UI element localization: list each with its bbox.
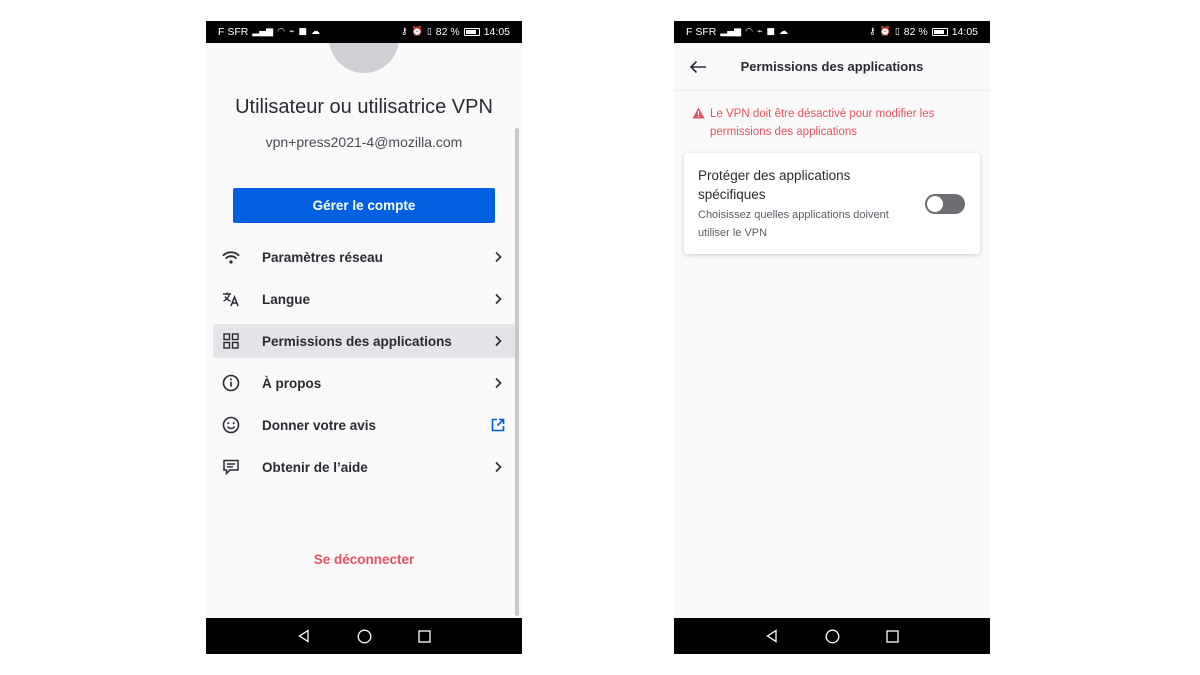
wifi-status-icon: ◠ — [745, 26, 753, 37]
menu-item-label: Langue — [262, 291, 311, 307]
alarm-icon: ⏰ — [411, 26, 423, 37]
signal-icon: ▂▄▆ — [252, 26, 274, 37]
menu-item-app-permissions[interactable]: Permissions des applications — [213, 324, 515, 358]
vibrate-icon: ▯ — [894, 26, 900, 37]
menu-item-language[interactable]: Langue — [213, 282, 515, 316]
wifi-icon — [222, 248, 240, 266]
chevron-right-icon — [491, 376, 505, 390]
alarm-icon: ⏰ — [879, 26, 891, 37]
manage-account-button[interactable]: Gérer le compte — [233, 188, 495, 223]
system-navbar — [206, 618, 522, 654]
cloud-icon: ☁ — [310, 26, 320, 37]
wifi-status-icon: ◠ — [277, 26, 285, 37]
scrollbar[interactable] — [515, 128, 519, 616]
translate-icon — [222, 290, 240, 308]
nav-home-icon[interactable] — [825, 629, 840, 644]
nav-recents-icon[interactable] — [418, 629, 431, 643]
menu-item-label: À propos — [262, 375, 322, 391]
nav-back-icon[interactable] — [765, 629, 779, 643]
battery-percent: 82 % — [435, 26, 460, 38]
profile-name: Utilisateur ou utilisatrice VPN — [235, 96, 493, 118]
info-icon — [222, 374, 240, 392]
menu-item-label: Paramètres réseau — [262, 249, 383, 265]
clock: 14:05 — [951, 26, 978, 38]
chevron-right-icon — [491, 460, 505, 474]
menu-item-about[interactable]: À propos — [213, 366, 515, 400]
video-icon: ■ — [298, 26, 307, 37]
carrier-label: F SFR — [686, 26, 717, 38]
nav-back-icon[interactable] — [297, 629, 311, 643]
cloud-icon: ☁ — [778, 26, 788, 37]
vpn-key-icon: ⚷ — [401, 26, 408, 37]
status-bar: F SFR ▂▄▆ ◠ ⌁ ■ ☁ ⚷ ⏰ ▯ 82 % 14:05 — [674, 21, 990, 43]
warning-icon — [692, 105, 705, 141]
profile-email: vpn+press2021-4@mozilla.com — [265, 134, 463, 150]
battery-percent: 82 % — [903, 26, 928, 38]
clock: 14:05 — [483, 26, 510, 38]
menu-item-label: Permissions des applications — [262, 333, 452, 349]
external-link-icon — [491, 418, 505, 432]
vpn-warning-message: Le VPN doit être désactivé pour modifier… — [692, 105, 982, 141]
system-navbar — [674, 618, 990, 654]
menu-item-label: Obtenir de l’aide — [262, 459, 368, 475]
setting-card: Protéger des applications spécifiques Ch… — [684, 153, 980, 254]
vibrate-icon: ▯ — [426, 26, 432, 37]
menu-item-network-settings[interactable]: Paramètres réseau — [213, 240, 515, 274]
chevron-right-icon — [491, 250, 505, 264]
carrier-label: F SFR — [218, 26, 249, 38]
app-header: Permissions des applications — [674, 43, 990, 91]
phone-screen-app-permissions: Permissions des applications Le VPN doit… — [674, 21, 990, 654]
battery-icon — [931, 28, 948, 36]
battery-icon — [463, 28, 480, 36]
usb-icon: ⌁ — [756, 26, 763, 37]
signal-icon: ▂▄▆ — [720, 26, 742, 37]
toggle-knob — [927, 196, 943, 212]
chevron-right-icon — [491, 292, 505, 306]
usb-icon: ⌁ — [288, 26, 295, 37]
setting-title: Protéger des applications spécifiques — [698, 168, 851, 202]
menu-item-help[interactable]: Obtenir de l’aide — [213, 450, 515, 484]
menu-item-feedback[interactable]: Donner votre avis — [213, 408, 515, 442]
setting-description: Choisissez quelles applications doivent … — [698, 209, 889, 239]
protect-apps-toggle[interactable] — [925, 194, 965, 214]
phone-screen-settings: Utilisateur ou utilisatrice VPN vpn+pres… — [206, 21, 522, 654]
settings-menu: Paramètres réseau Langue Permissions des… — [213, 240, 515, 492]
status-bar: F SFR ▂▄▆ ◠ ⌁ ■ ☁ ⚷ ⏰ ▯ 82 % 14:05 — [206, 21, 522, 43]
warning-text: Le VPN doit être désactivé pour modifier… — [710, 108, 935, 138]
apps-grid-icon — [222, 332, 240, 350]
video-icon: ■ — [766, 26, 775, 37]
menu-item-label: Donner votre avis — [262, 417, 377, 433]
page-title: Permissions des applications — [740, 59, 924, 74]
vpn-key-icon: ⚷ — [869, 26, 876, 37]
nav-home-icon[interactable] — [357, 629, 372, 644]
signout-button[interactable]: Se déconnecter — [206, 552, 522, 567]
help-chat-icon — [222, 458, 240, 476]
nav-recents-icon[interactable] — [886, 629, 899, 643]
chevron-right-icon — [491, 334, 505, 348]
smiley-icon — [222, 416, 240, 434]
